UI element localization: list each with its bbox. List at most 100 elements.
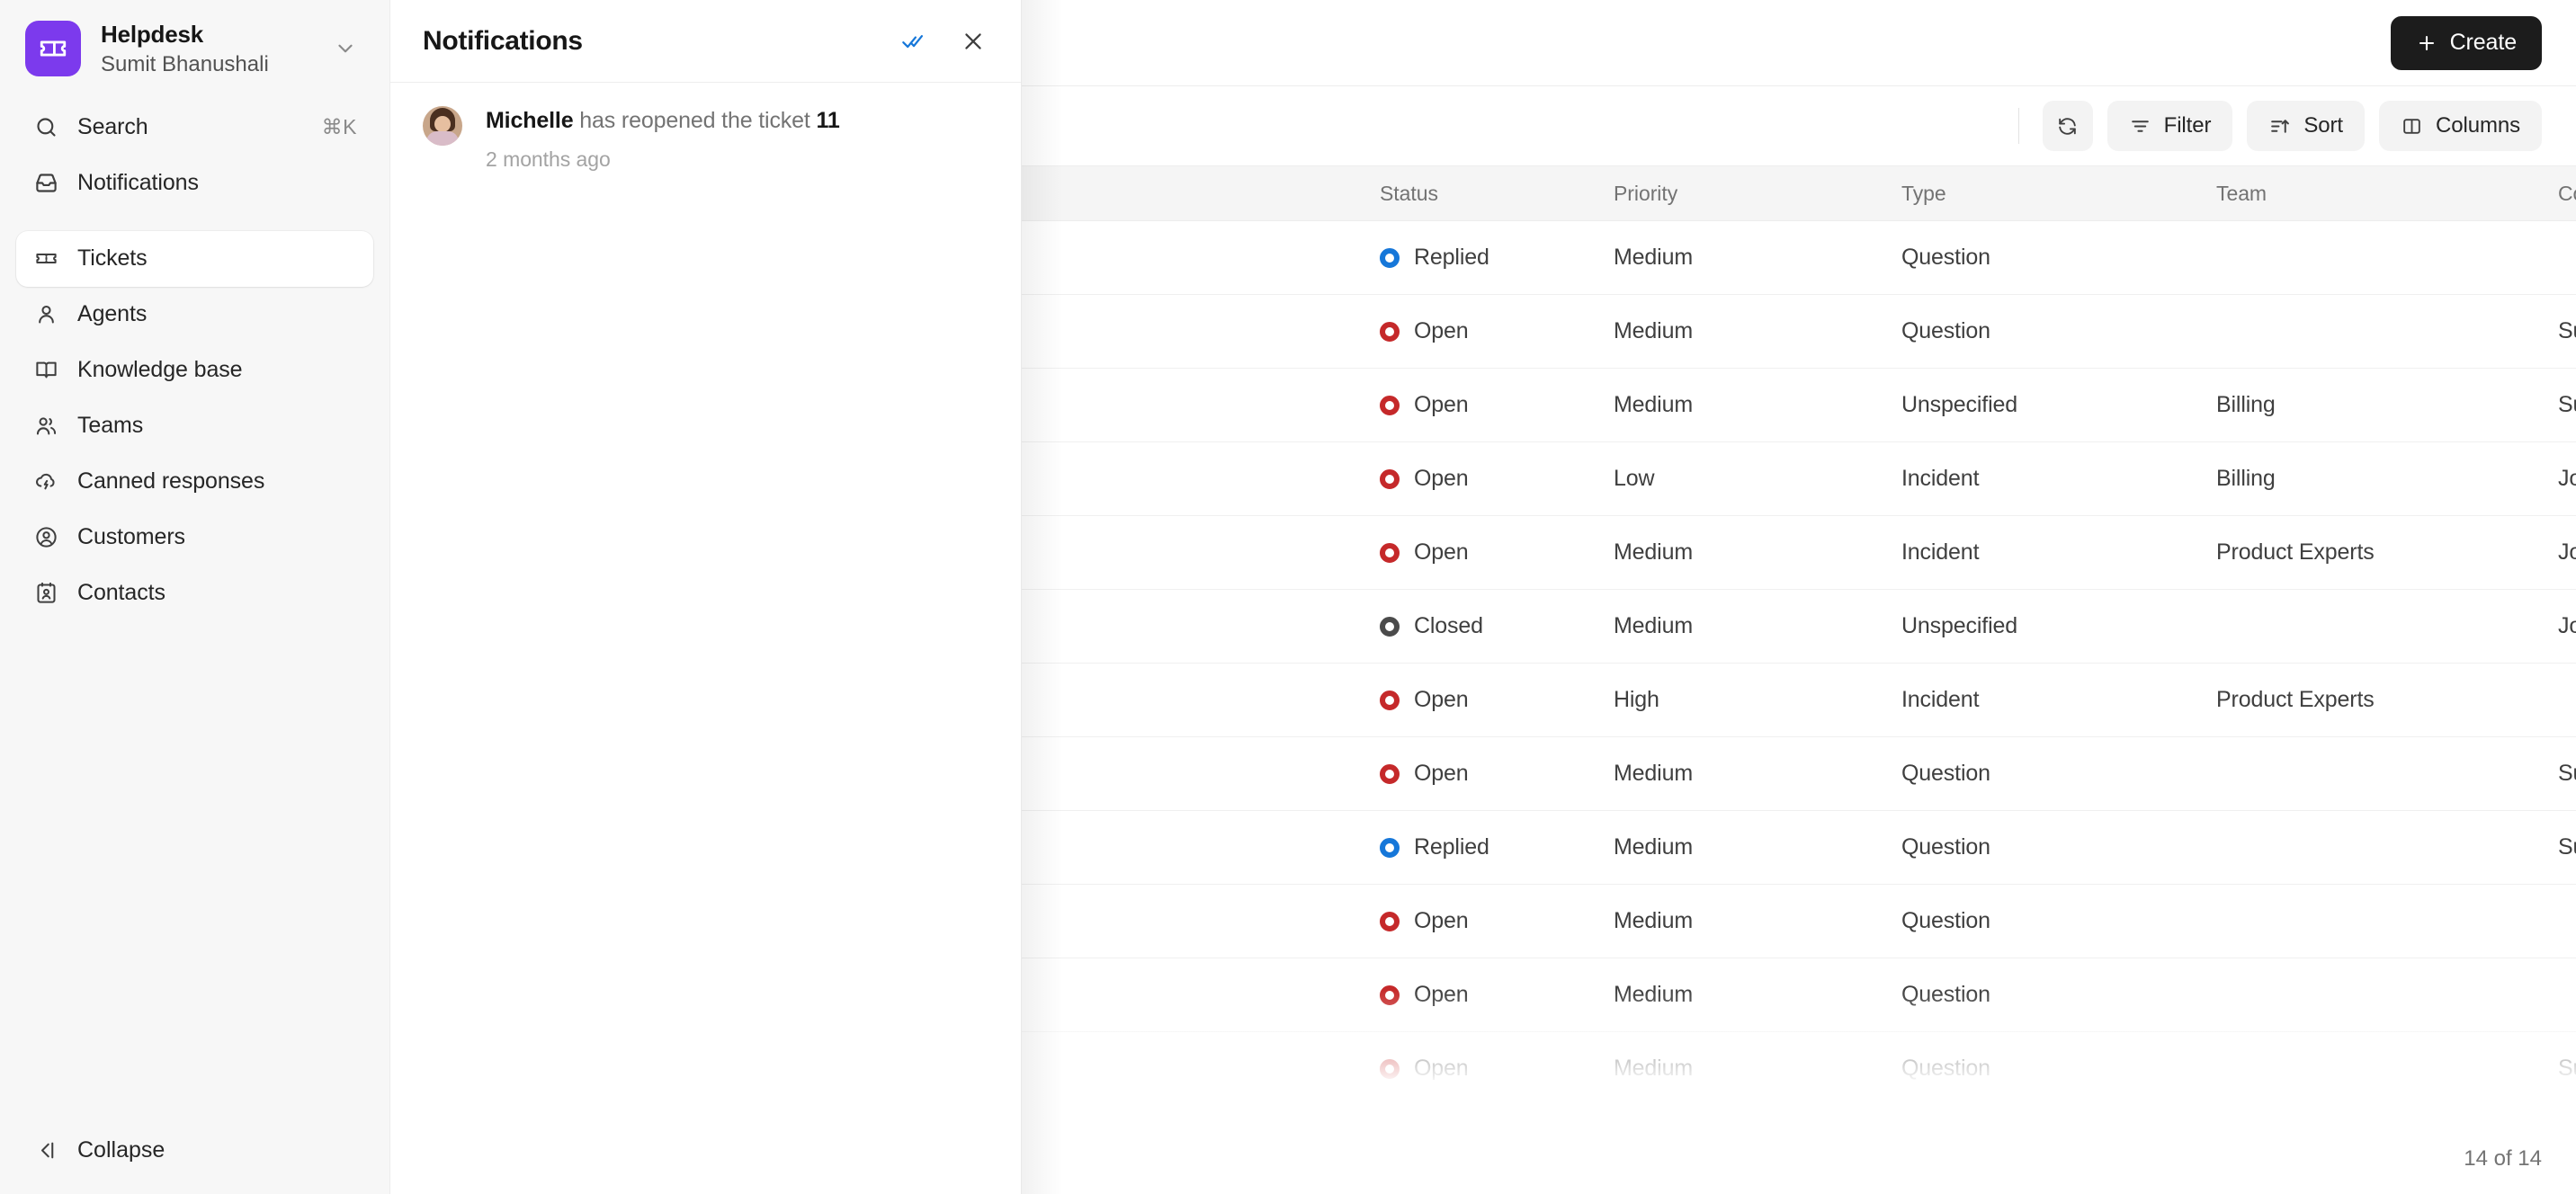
column-header-type[interactable]: Type — [1901, 182, 2216, 206]
cell-priority: Medium — [1614, 245, 1694, 270]
cell-team: Billing — [2216, 392, 2276, 417]
cell-type: Incident — [1901, 539, 1980, 565]
refresh-icon — [2056, 115, 2079, 138]
notifications-panel-header: Notifications — [390, 0, 1021, 83]
cell-type: Unspecified — [1901, 392, 2017, 417]
cell-priority: High — [1614, 687, 1659, 712]
columns-icon — [2401, 115, 2423, 138]
filter-button[interactable]: Filter — [2106, 101, 2233, 151]
workspace-switcher[interactable]: Helpdesk Sumit Bhanushali — [16, 0, 373, 94]
cell-priority: Medium — [1614, 613, 1694, 638]
cell-status: Replied — [1380, 245, 1614, 271]
notification-timestamp: 2 months ago — [486, 147, 611, 171]
cell-status: Open — [1380, 761, 1614, 787]
inbox-icon — [32, 170, 59, 197]
sidebar-item-label: Customers — [77, 524, 185, 550]
filter-button-label: Filter — [2163, 113, 2212, 138]
cell-contact: Sumit B — [2558, 834, 2576, 860]
close-notifications-button[interactable] — [954, 22, 992, 60]
ticket-icon — [25, 21, 81, 77]
cell-type: Incident — [1901, 466, 1980, 491]
sidebar-item-contacts[interactable]: Contacts — [16, 566, 373, 621]
refresh-button[interactable] — [2042, 101, 2093, 151]
cell-contact: John — [2558, 466, 2576, 491]
cell-contact: John — [2558, 539, 2576, 565]
cell-type: Question — [1901, 982, 1990, 1007]
filter-icon — [2129, 115, 2151, 138]
sidebar-item-label: Tickets — [77, 245, 148, 272]
cell-status: Open — [1380, 466, 1614, 492]
cell-priority: Medium — [1614, 318, 1694, 343]
sidebar-top-group: Search ⌘K Notifications — [16, 100, 373, 211]
sidebar-item-tickets[interactable]: Tickets — [16, 230, 373, 287]
columns-button[interactable]: Columns — [2379, 101, 2542, 151]
status-label: Open — [1414, 539, 1469, 565]
search-icon — [32, 114, 59, 141]
sidebar-item-label: Canned responses — [77, 468, 265, 495]
notifications-list: Michelle has reopened the ticket 11 2 mo… — [390, 83, 1021, 1194]
search-shortcut: ⌘K — [321, 115, 357, 139]
sidebar-item-teams[interactable]: Teams — [16, 398, 373, 454]
sidebar-collapse-button[interactable]: Collapse — [16, 1122, 373, 1178]
cloud-lightning-icon — [32, 468, 59, 495]
cell-type: Question — [1901, 761, 1990, 786]
column-header-contact[interactable]: Contact — [2558, 182, 2576, 206]
cell-status: Open — [1380, 908, 1614, 934]
cell-priority: Medium — [1614, 1056, 1694, 1081]
status-indicator-icon — [1380, 321, 1400, 342]
mark-all-read-button[interactable] — [895, 22, 933, 60]
column-header-status[interactable]: Status — [1380, 182, 1614, 206]
sort-button[interactable]: Sort — [2247, 101, 2365, 151]
notification-text: Michelle has reopened the ticket 11 — [486, 106, 992, 137]
status-indicator-icon — [1380, 1058, 1400, 1079]
collapse-left-icon — [32, 1136, 59, 1163]
sidebar-item-notifications[interactable]: Notifications — [16, 156, 373, 211]
cell-team: Product Experts — [2216, 539, 2375, 565]
notifications-panel-actions — [895, 22, 992, 60]
cell-priority: Medium — [1614, 908, 1694, 933]
status-label: Open — [1414, 982, 1469, 1007]
status-label: Open — [1414, 908, 1469, 933]
sidebar-item-agents[interactable]: Agents — [16, 287, 373, 343]
cell-status: Open — [1380, 1056, 1614, 1082]
status-indicator-icon — [1380, 395, 1400, 415]
cell-contact: Sumit B — [2558, 392, 2576, 417]
toolbar-divider — [2017, 108, 2019, 144]
notification-action: has reopened the ticket — [573, 108, 817, 133]
sidebar-nav-group: Tickets Agents Knowledge base Teams Cann… — [16, 230, 373, 621]
status-indicator-icon — [1380, 985, 1400, 1005]
sidebar-item-label: Notifications — [77, 170, 199, 196]
sidebar-item-canned-responses[interactable]: Canned responses — [16, 454, 373, 510]
workspace-user: Sumit Bhanushali — [101, 51, 269, 76]
cell-priority: Low — [1614, 466, 1655, 491]
status-label: Closed — [1414, 613, 1483, 638]
create-button-label: Create — [2449, 30, 2518, 55]
status-label: Open — [1414, 392, 1469, 417]
notifications-panel-title: Notifications — [423, 25, 583, 56]
contact-card-icon — [32, 580, 59, 607]
sidebar-item-label: Contacts — [77, 580, 165, 606]
cell-status: Closed — [1380, 613, 1614, 639]
status-label: Open — [1414, 318, 1469, 343]
sidebar-item-label: Teams — [77, 413, 144, 439]
notification-item[interactable]: Michelle has reopened the ticket 11 2 mo… — [390, 83, 1021, 195]
double-check-icon — [901, 29, 926, 54]
status-indicator-icon — [1380, 542, 1400, 563]
cell-team: Product Experts — [2216, 687, 2375, 712]
create-button[interactable]: Create — [2390, 15, 2542, 70]
status-indicator-icon — [1380, 837, 1400, 858]
user-circle-icon — [32, 524, 59, 551]
sidebar-item-knowledge-base[interactable]: Knowledge base — [16, 343, 373, 398]
sidebar-item-label: Knowledge base — [77, 357, 243, 383]
cell-type: Question — [1901, 245, 1990, 270]
chevron-down-icon[interactable] — [334, 37, 361, 60]
column-header-priority[interactable]: Priority — [1614, 182, 1901, 206]
sidebar-item-customers[interactable]: Customers — [16, 510, 373, 566]
column-header-team[interactable]: Team — [2216, 182, 2558, 206]
status-indicator-icon — [1380, 247, 1400, 268]
status-label: Open — [1414, 761, 1469, 786]
status-indicator-icon — [1380, 690, 1400, 710]
cell-status: Replied — [1380, 834, 1614, 860]
sidebar-item-search[interactable]: Search ⌘K — [16, 100, 373, 156]
app-root: Helpdesk Sumit Bhanushali Search ⌘K Noti… — [0, 0, 2576, 1194]
